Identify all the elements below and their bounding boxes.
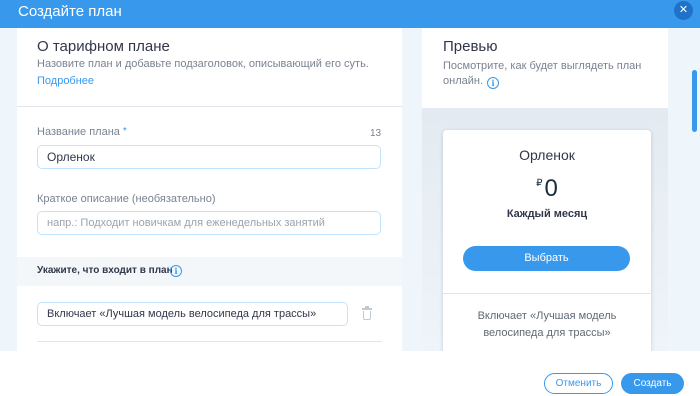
section-divider [17,106,402,107]
card-price: ₽0 [443,175,651,203]
modal-body: О тарифном плане Назовите план и добавьт… [0,28,700,351]
modal-title: Создайте план [18,3,122,20]
about-section-description: Назовите план и добавьте подзаголовок, о… [37,58,369,70]
create-button[interactable]: Создать [621,373,684,394]
scrollbar[interactable] [692,70,697,132]
card-plan-name: Орленок [519,147,575,163]
modal-footer: Отменить Создать [0,351,700,396]
modal-header: Создайте план ✕ [0,0,700,28]
info-icon[interactable]: i [170,265,182,277]
close-icon[interactable]: ✕ [674,1,693,20]
plan-name-input[interactable]: Орленок [37,145,381,169]
about-section-title: О тарифном плане [37,38,170,55]
short-description-input[interactable]: напр.: Подходит новичкам для еженедельны… [37,211,381,235]
card-benefit: Включает «Лучшая модель велосипеда для т… [477,310,617,339]
short-description-label: Краткое описание (необязательно) [37,193,216,205]
learn-more-link[interactable]: Подробнее [37,75,94,87]
preview-description-text: Посмотрите, как будет выглядеть план онл… [443,60,642,87]
preview-title: Превью [443,38,498,55]
trash-icon-body [363,311,371,320]
select-button[interactable]: Выбрать [463,246,630,271]
benefit-divider [37,341,382,342]
cancel-button[interactable]: Отменить [544,373,613,394]
plan-name-label: Название плана * [37,126,127,138]
trash-icon[interactable] [362,306,372,320]
includes-section-header: Укажите, что входит в план i [17,257,402,286]
char-counter: 13 [370,128,382,139]
plan-name-label-text: Название плана [37,126,120,138]
includes-title: Укажите, что входит в план [37,265,173,276]
preview-description: Посмотрите, как будет выглядеть план онл… [443,59,653,89]
card-divider [443,293,651,294]
currency-symbol: ₽ [536,178,543,189]
benefit-input[interactable]: Включает «Лучшая модель велосипеда для т… [37,302,348,326]
preview-header: Превью Посмотрите, как будет выглядеть п… [422,28,668,108]
trash-icon-lid [362,308,372,310]
billing-period: Каждый месяц [506,208,588,220]
info-icon[interactable]: i [487,77,500,89]
required-mark: * [122,126,127,137]
preview-panel: Превью Посмотрите, как будет выглядеть п… [422,28,668,351]
plan-preview-card: Орленок ₽0 Каждый месяц Выбрать Включает… [443,130,651,351]
plan-form-panel: О тарифном плане Назовите план и добавьт… [17,28,402,351]
price-value: 0 [544,175,558,202]
